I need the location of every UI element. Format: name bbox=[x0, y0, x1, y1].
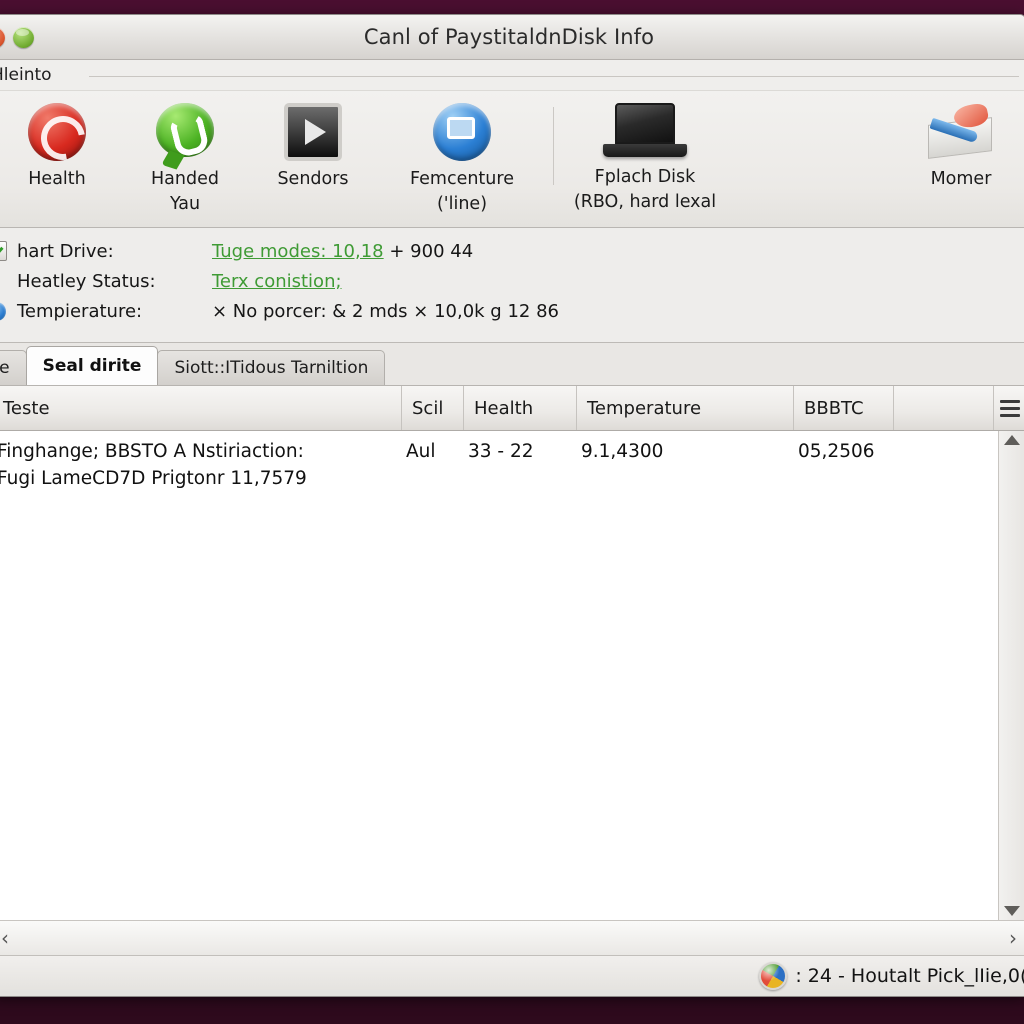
toolbar-button-health[interactable]: Health bbox=[0, 99, 121, 192]
info-value: × No porcer: & 2 mds × 10,0k g 12 86 bbox=[212, 300, 559, 322]
window-titlebar[interactable]: Canl of PaystitaldnDisk Info bbox=[0, 15, 1024, 60]
info-value-rest: + 900 44 bbox=[383, 240, 474, 262]
tab-seal-dirite[interactable]: Seal dirite bbox=[25, 346, 159, 385]
desktop-background: Canl of PaystitaldnDisk Info Hleinto Hea… bbox=[0, 0, 1024, 1024]
speech-bubble-phone-icon bbox=[156, 103, 214, 161]
info-value: Terx conistion; bbox=[212, 271, 342, 292]
scroll-down-arrow-icon[interactable] bbox=[1004, 906, 1020, 916]
menubar-divider bbox=[89, 76, 1019, 77]
hamburger-menu-icon[interactable] bbox=[994, 386, 1024, 430]
close-icon[interactable] bbox=[0, 26, 5, 48]
disk-info-window: Canl of PaystitaldnDisk Info Hleinto Hea… bbox=[0, 14, 1024, 997]
info-row-temperature: Tempierature: × No porcer: & 2 mds × 10,… bbox=[0, 296, 1024, 326]
info-label: Heatley Status: bbox=[17, 270, 156, 292]
menu-item-help[interactable]: Hleinto bbox=[0, 65, 62, 85]
toolbar-label: Femcenture ('line) bbox=[410, 169, 514, 215]
toolbar-separator bbox=[553, 107, 554, 185]
cell-health: 33 - 22 bbox=[468, 441, 534, 462]
toolbar-button-momer[interactable]: Momer bbox=[897, 99, 1024, 192]
column-header-teste[interactable]: Teste bbox=[0, 386, 402, 430]
drive-info-panel: hart Drive: Tuge modes: 10,18 + 900 44 H… bbox=[0, 228, 1024, 343]
table-header-row: Teste Scil Health Temperature BBBTC bbox=[0, 386, 1024, 431]
laptop-icon bbox=[603, 103, 687, 159]
cell-bbbtc: 05,2506 bbox=[798, 441, 875, 462]
info-label: hart Drive: bbox=[17, 240, 114, 262]
globe-orb-icon bbox=[759, 962, 788, 990]
toolbar: Health Handed Yau Sendors Femcenture ('l… bbox=[0, 91, 1024, 228]
column-header-bbbtc[interactable]: BBBTC bbox=[794, 386, 894, 430]
horizontal-scrollbar[interactable]: ‹ › bbox=[0, 920, 1024, 955]
vertical-scrollbar[interactable] bbox=[998, 431, 1024, 920]
scroll-right-arrow-icon[interactable]: › bbox=[1009, 928, 1017, 948]
menubar: Hleinto bbox=[0, 60, 1024, 91]
info-label: Tempierature: bbox=[17, 300, 143, 322]
info-link[interactable]: Tuge modes: 10,18 bbox=[212, 241, 384, 262]
green-checkbox-icon[interactable] bbox=[0, 241, 11, 261]
scroll-up-arrow-icon[interactable] bbox=[1004, 435, 1020, 445]
toolbar-button-fplach-disk[interactable]: Fplach Disk (RBO, hard lexal bbox=[560, 99, 730, 216]
tab-ale[interactable]: ale bbox=[0, 350, 27, 385]
column-header-scil[interactable]: Scil bbox=[402, 386, 464, 430]
column-header-blank[interactable] bbox=[894, 386, 994, 430]
info-row-hart-drive: hart Drive: Tuge modes: 10,18 + 900 44 bbox=[0, 236, 1024, 266]
toolbar-label: Handed Yau bbox=[151, 169, 219, 215]
info-row-heatley-status: Heatley Status: Terx conistion; bbox=[0, 266, 1024, 296]
results-table: Teste Scil Health Temperature BBBTC Fing… bbox=[0, 386, 1024, 955]
toolbar-label: Sendors bbox=[277, 169, 349, 189]
toolbar-button-femcenture[interactable]: Femcenture ('line) bbox=[377, 99, 547, 218]
toolbar-label: Fplach Disk (RBO, hard lexal bbox=[573, 167, 717, 213]
table-body: Finghange; BBSTO A Nstiriaction: Fugi La… bbox=[0, 431, 1024, 920]
info-link[interactable]: Terx conistion; bbox=[212, 271, 342, 292]
blue-info-icon[interactable] bbox=[0, 301, 11, 321]
health-refresh-icon bbox=[28, 103, 86, 161]
scroll-left-arrow-icon[interactable]: ‹ bbox=[1, 928, 9, 948]
info-value: Tuge modes: 10,18 + 900 44 bbox=[212, 241, 473, 262]
column-header-health[interactable]: Health bbox=[464, 386, 577, 430]
cell-scil: Aul bbox=[406, 441, 436, 462]
table-rows: Finghange; BBSTO A Nstiriaction: Fugi La… bbox=[0, 431, 998, 920]
monitor-icon bbox=[433, 103, 491, 161]
table-row[interactable]: Finghange; BBSTO A Nstiriaction: Fugi La… bbox=[0, 439, 998, 492]
tabbar: ale Seal dirite Siott::ITidous Tarniltio… bbox=[0, 343, 1024, 386]
window-title: Canl of PaystitaldnDisk Info bbox=[363, 25, 655, 49]
statusbar: : 24 - Houtalt Pick_lІie,0(T bbox=[0, 955, 1024, 996]
minimize-icon[interactable] bbox=[13, 26, 34, 48]
cell-teste: Finghange; BBSTO A Nstiriaction: Fugi La… bbox=[0, 441, 307, 489]
toolbar-button-handed-yau[interactable]: Handed Yau bbox=[121, 99, 249, 218]
play-button-icon bbox=[284, 103, 342, 161]
toolbar-label: Health bbox=[28, 169, 86, 189]
toolbar-button-sendors[interactable]: Sendors bbox=[249, 99, 377, 192]
column-header-temperature[interactable]: Temperature bbox=[577, 386, 794, 430]
window-controls bbox=[0, 26, 34, 48]
paint-tools-icon bbox=[924, 101, 998, 161]
status-text: : 24 - Houtalt Pick_lІie,0(T bbox=[795, 965, 1024, 987]
cell-temperature: 9.1,4300 bbox=[581, 441, 664, 462]
toolbar-label: Momer bbox=[930, 169, 992, 189]
tab-siott-tidous-tarniltion[interactable]: Siott::ITidous Tarniltion bbox=[157, 350, 386, 385]
